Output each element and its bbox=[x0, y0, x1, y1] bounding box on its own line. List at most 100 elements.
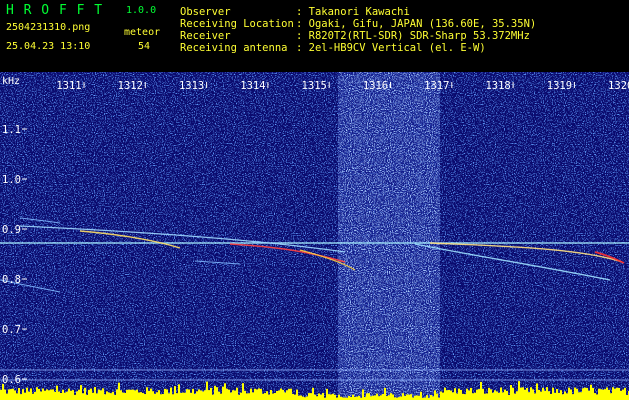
signal-bar bbox=[618, 387, 620, 400]
signal-bar bbox=[18, 388, 20, 400]
signal-bar bbox=[72, 390, 74, 400]
signal-bar bbox=[204, 390, 206, 400]
signal-bar bbox=[502, 392, 504, 400]
signal-bar bbox=[426, 395, 428, 400]
signal-bar bbox=[622, 389, 624, 400]
signal-bar bbox=[238, 394, 240, 400]
signal-bar bbox=[218, 391, 220, 400]
signal-bar bbox=[262, 393, 264, 400]
signal-bar bbox=[558, 392, 560, 400]
signal-bar bbox=[520, 387, 522, 400]
signal-bar bbox=[168, 393, 170, 400]
signal-bar bbox=[442, 392, 444, 400]
signal-bar bbox=[186, 389, 188, 400]
signal-bar bbox=[604, 389, 606, 400]
location-value: : Ogaki, Gifu, JAPAN (136.60E, 35.35N) bbox=[296, 18, 537, 30]
signal-bar bbox=[506, 391, 508, 400]
signal-bar bbox=[184, 392, 186, 400]
signal-bar bbox=[410, 394, 412, 400]
signal-bar bbox=[48, 390, 50, 400]
signal-bar bbox=[362, 389, 364, 400]
signal-bar bbox=[178, 384, 180, 400]
signal-bar bbox=[322, 393, 324, 400]
signal-bar bbox=[176, 393, 178, 400]
signal-bar bbox=[460, 389, 462, 400]
signal-bar bbox=[182, 392, 184, 400]
signal-bar bbox=[320, 394, 322, 400]
signal-bar bbox=[500, 387, 502, 400]
signal-bar bbox=[264, 393, 266, 400]
signal-bar bbox=[374, 395, 376, 400]
signal-bar bbox=[244, 390, 246, 400]
signal-bar bbox=[388, 395, 390, 400]
signal-bar bbox=[242, 383, 244, 400]
signal-bar bbox=[588, 390, 590, 400]
signal-bar bbox=[162, 394, 164, 400]
signal-bar bbox=[282, 389, 284, 400]
signal-bar bbox=[4, 389, 6, 400]
signal-bar bbox=[272, 393, 274, 400]
signal-bar bbox=[572, 394, 574, 400]
signal-bar bbox=[518, 381, 520, 400]
signal-bar bbox=[58, 391, 60, 400]
signal-bar bbox=[192, 388, 194, 400]
signal-bar bbox=[356, 396, 358, 400]
signal-bar bbox=[270, 389, 272, 400]
signal-bar bbox=[586, 387, 588, 400]
app-title: H R O F F T bbox=[6, 3, 104, 18]
signal-bar bbox=[258, 388, 260, 400]
signal-bar bbox=[44, 390, 46, 400]
signal-bar bbox=[542, 387, 544, 400]
signal-bar bbox=[338, 394, 340, 400]
signal-bar bbox=[348, 395, 350, 400]
signal-bar bbox=[308, 393, 310, 400]
signal-bar bbox=[220, 393, 222, 400]
signal-bar bbox=[160, 394, 162, 400]
signal-bar bbox=[106, 391, 108, 400]
signal-bar bbox=[240, 392, 242, 400]
signal-bar bbox=[130, 389, 132, 400]
signal-bar bbox=[116, 389, 118, 400]
observer-label: Observer bbox=[180, 6, 231, 18]
signal-bar bbox=[214, 385, 216, 400]
signal-bar bbox=[286, 390, 288, 400]
signal-bar bbox=[12, 388, 14, 400]
signal-bar bbox=[148, 390, 150, 400]
signal-bar bbox=[494, 390, 496, 400]
signal-bar bbox=[436, 393, 438, 400]
signal-bar bbox=[212, 394, 214, 400]
signal-bar bbox=[482, 388, 484, 400]
signal-bar bbox=[140, 392, 142, 400]
signal-bar bbox=[294, 394, 296, 400]
signal-bar bbox=[110, 393, 112, 400]
x-tick-label: 1316 bbox=[363, 80, 388, 92]
signal-bar bbox=[194, 393, 196, 400]
signal-bar bbox=[28, 391, 30, 400]
signal-bar bbox=[132, 389, 134, 400]
signal-bar bbox=[166, 389, 168, 400]
signal-bar bbox=[538, 389, 540, 400]
signal-bar bbox=[312, 387, 314, 400]
signal-bar bbox=[352, 394, 354, 400]
signal-bar bbox=[302, 396, 304, 400]
signal-bar bbox=[326, 388, 328, 400]
signal-bar bbox=[474, 392, 476, 400]
signal-bar bbox=[376, 393, 378, 400]
receiver-value: : R820T2(RTL-SDR) SDR-Sharp 53.372MHz bbox=[296, 30, 530, 42]
signal-bar bbox=[490, 389, 492, 400]
signal-bar bbox=[526, 387, 528, 400]
signal-bar bbox=[80, 385, 82, 400]
signal-bar bbox=[32, 393, 34, 400]
signal-bar bbox=[26, 387, 28, 400]
signal-bar bbox=[22, 389, 24, 400]
signal-bar bbox=[2, 383, 4, 400]
signal-bar bbox=[382, 393, 384, 400]
signal-bar bbox=[278, 390, 280, 400]
signal-bar bbox=[36, 387, 38, 400]
signal-bar bbox=[88, 389, 90, 400]
signal-bar bbox=[454, 388, 456, 400]
signal-bar bbox=[564, 391, 566, 400]
x-tick-label: 1317 bbox=[424, 80, 449, 92]
signal-bar bbox=[226, 388, 228, 400]
signal-bar bbox=[180, 392, 182, 400]
